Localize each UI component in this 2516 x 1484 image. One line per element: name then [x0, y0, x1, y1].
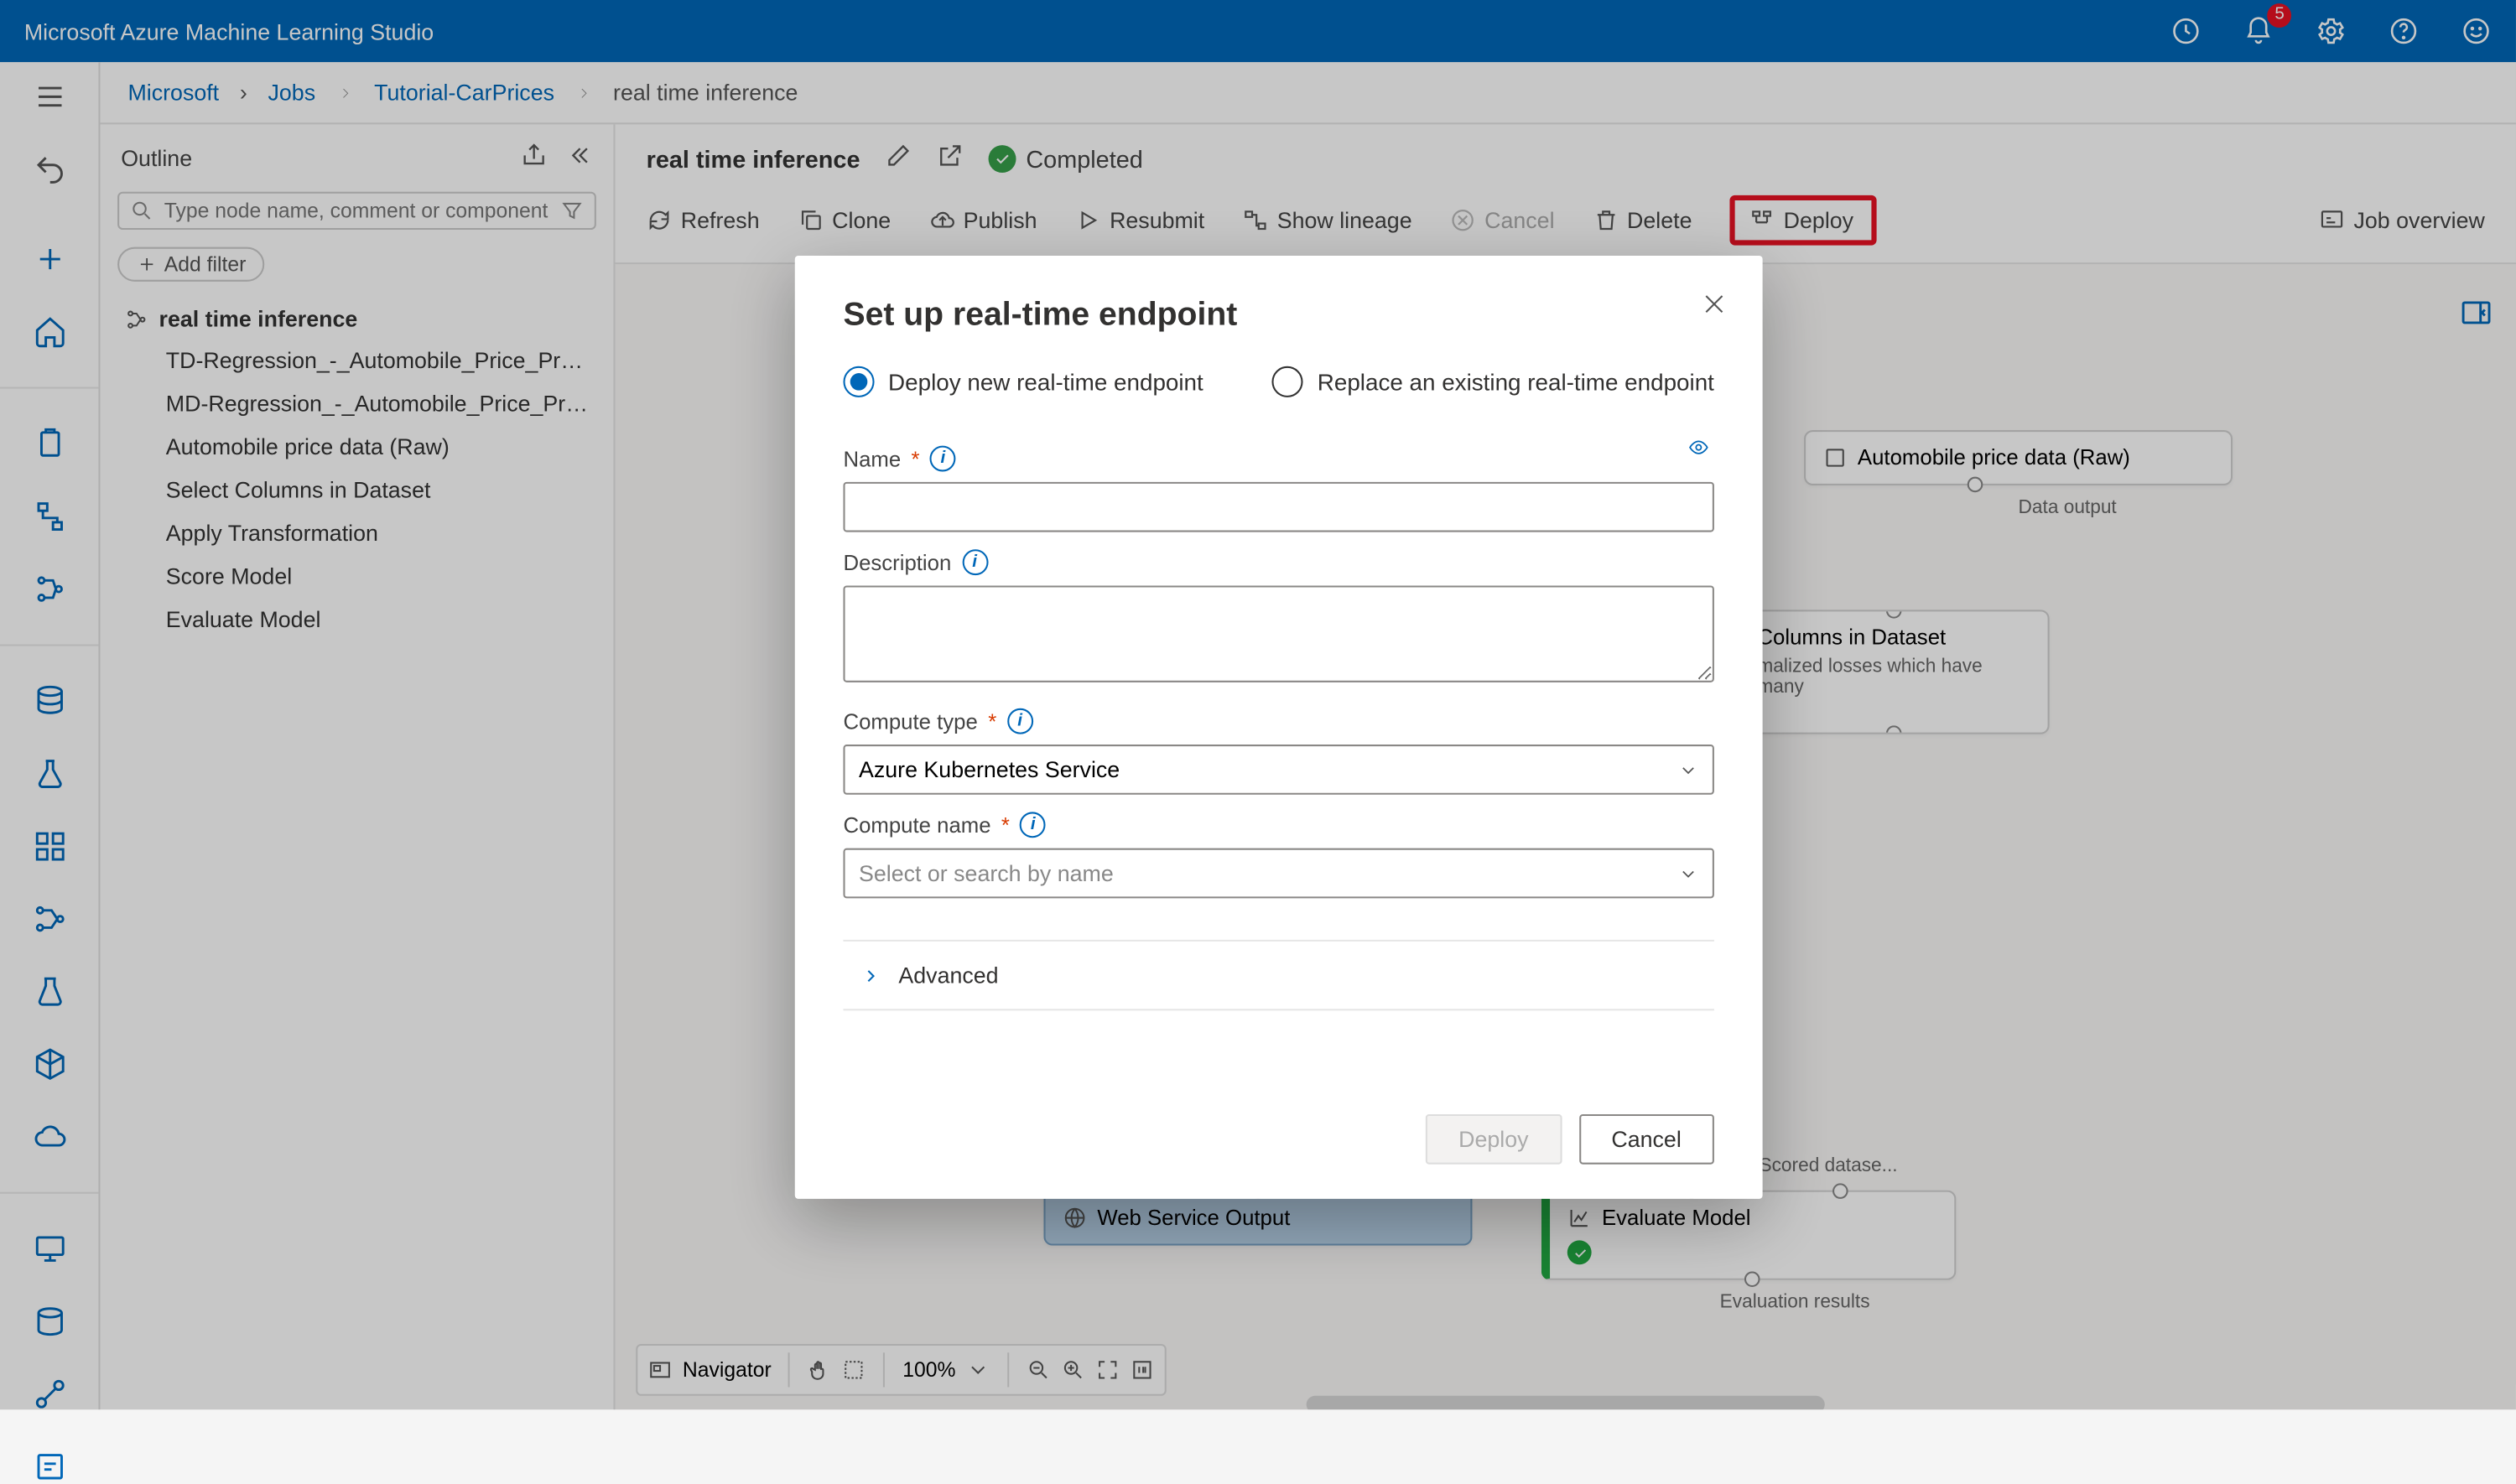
radio-icon	[1272, 366, 1303, 397]
compute-name-label: Compute name*i	[843, 812, 1713, 838]
compute-type-label: Compute type*i	[843, 708, 1713, 734]
info-icon[interactable]: i	[962, 549, 988, 575]
cancel-modal-button[interactable]: Cancel	[1578, 1114, 1714, 1165]
deploy-submit-button: Deploy	[1426, 1114, 1562, 1165]
compute-name-select[interactable]: Select or search by name	[843, 848, 1713, 899]
compute-type-select[interactable]: Azure Kubernetes Service	[843, 745, 1713, 795]
info-icon[interactable]: i	[930, 446, 956, 472]
info-icon[interactable]: i	[1020, 812, 1046, 838]
name-label: Name*i	[843, 446, 955, 472]
deploy-modal: Set up real-time endpoint Deploy new rea…	[795, 256, 1763, 1199]
name-input[interactable]	[843, 482, 1713, 532]
deploy-mode-radio-group: Deploy new real-time endpoint Replace an…	[843, 366, 1713, 397]
eye-icon[interactable]	[1683, 434, 1714, 465]
radio-replace-existing[interactable]: Replace an existing real-time endpoint	[1272, 366, 1714, 397]
advanced-toggle[interactable]: Advanced	[860, 963, 1714, 988]
description-input[interactable]	[843, 585, 1713, 682]
radio-icon	[843, 366, 874, 397]
close-icon[interactable]	[1700, 290, 1728, 326]
radio-deploy-new[interactable]: Deploy new real-time endpoint	[843, 366, 1203, 397]
modal-title: Set up real-time endpoint	[843, 297, 1713, 335]
chevron-down-icon	[1678, 863, 1699, 884]
chevron-down-icon	[1678, 760, 1699, 781]
chevron-right-icon	[860, 965, 881, 986]
description-label: Descriptioni	[843, 549, 1713, 575]
info-icon[interactable]: i	[1007, 708, 1033, 734]
edit-note-icon[interactable]	[0, 1450, 98, 1484]
